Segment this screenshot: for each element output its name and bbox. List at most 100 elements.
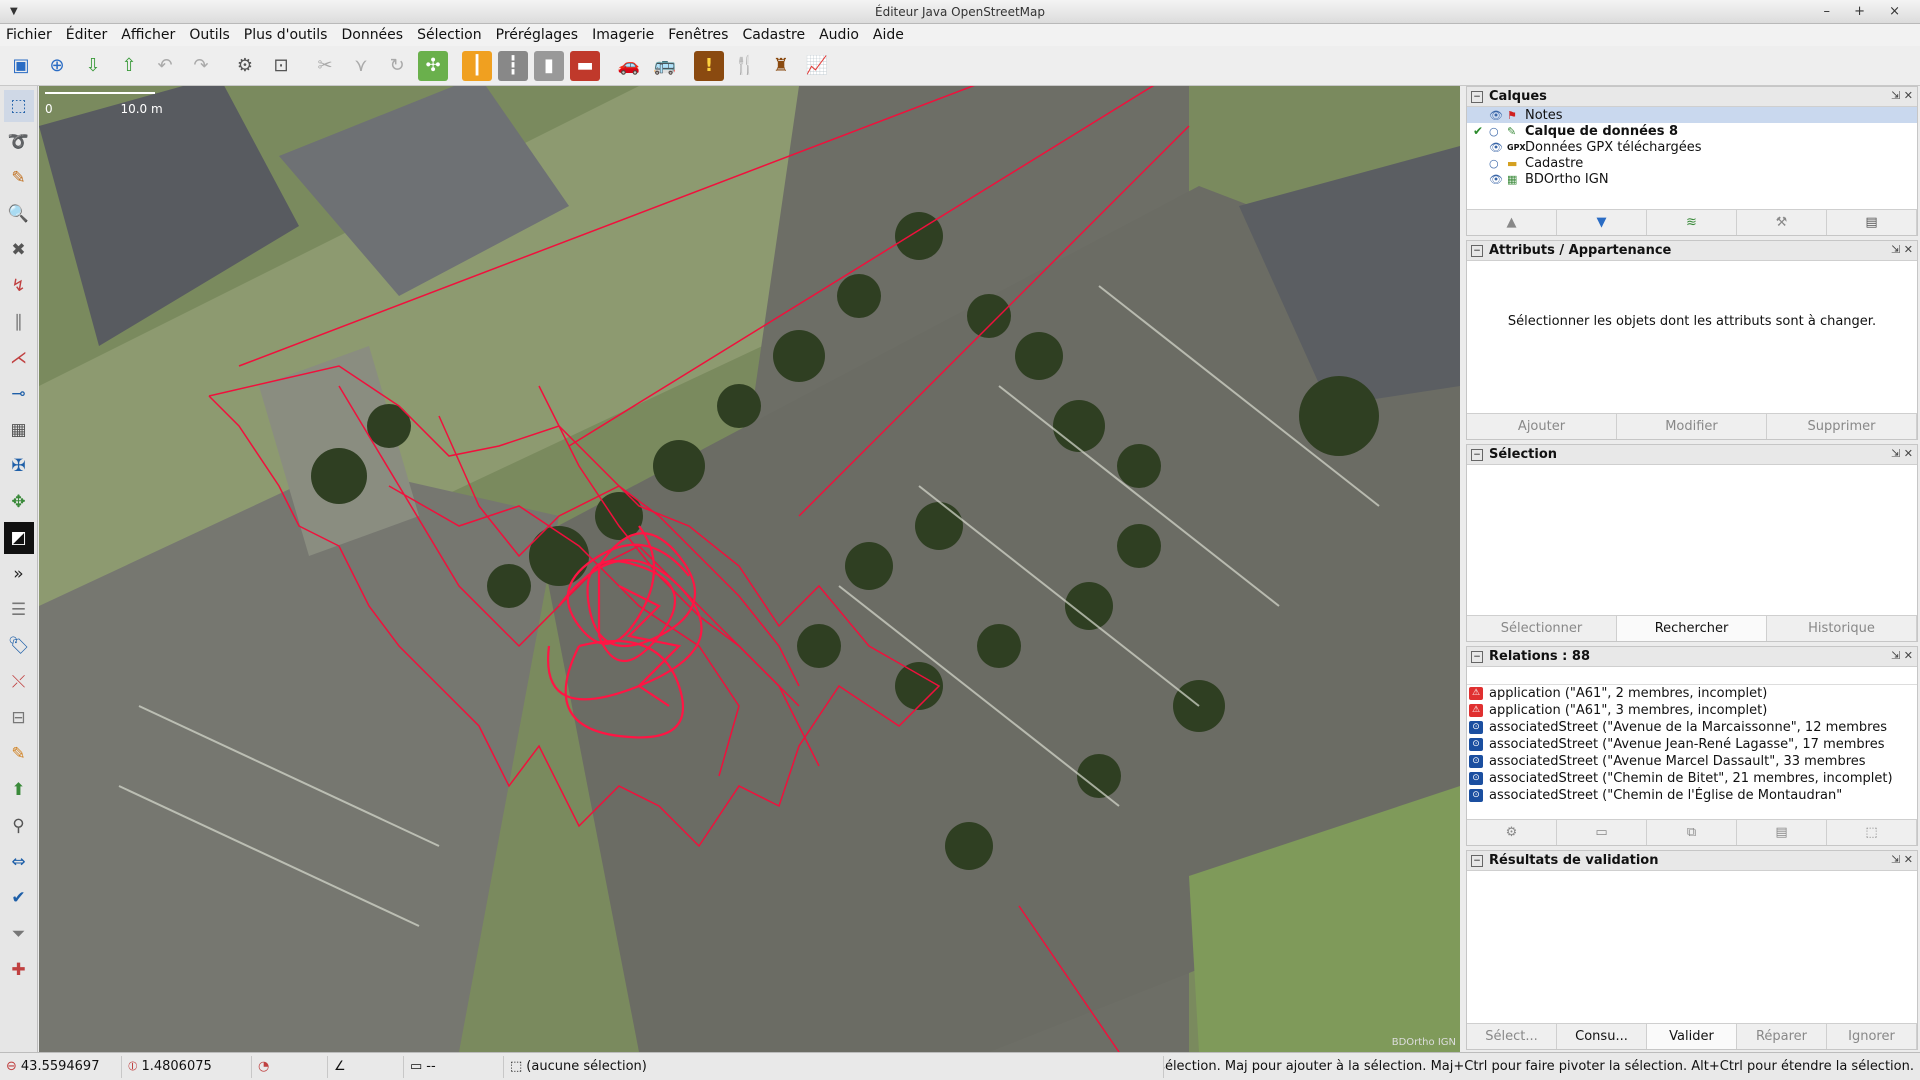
panel-controls-icon[interactable]: ⇲ ✕: [1891, 649, 1913, 662]
redo-icon[interactable]: ↷: [186, 51, 216, 81]
settings-icon[interactable]: ✚: [4, 954, 34, 986]
open-location-icon[interactable]: ⊕: [42, 51, 72, 81]
layer-row-data[interactable]: ✔ ○ ✎ Calque de données 8: [1467, 123, 1917, 139]
list-item[interactable]: ⊙ associatedStreet ("Avenue Marcel Dassau…: [1467, 753, 1917, 770]
upload-icon[interactable]: ⇧: [114, 51, 144, 81]
merge-icon[interactable]: ⋎: [346, 51, 376, 81]
validation-panel-header[interactable]: − Résultats de validation ⇲ ✕: [1467, 851, 1917, 871]
orthogonalize-icon[interactable]: ✣: [418, 50, 448, 81]
castle-preset-icon[interactable]: ♜: [766, 51, 796, 81]
relations-list[interactable]: ⚠ application ("A61", 2 membres, incomple…: [1467, 685, 1917, 811]
list-item[interactable]: ⊙ associatedStreet ("Chemin de l'Église d…: [1467, 787, 1917, 804]
layers-panel-header[interactable]: − Calques ⇲ ✕: [1467, 87, 1917, 107]
modify-tag-button[interactable]: Modifier: [1617, 414, 1767, 439]
note-icon[interactable]: ✎: [4, 738, 34, 770]
menu-imagerie[interactable]: Imagerie: [592, 27, 654, 43]
visibility-icon[interactable]: ○: [1489, 125, 1507, 138]
relation-duplicate-icon[interactable]: ⧉: [1647, 820, 1737, 845]
collapse-icon[interactable]: −: [1471, 90, 1483, 103]
zoom-fit-icon[interactable]: ⊡: [266, 51, 296, 81]
improve-way-icon[interactable]: ↯: [4, 270, 34, 302]
list-item[interactable]: ⊙ associatedStreet ("Chemin de Bitet", 21…: [1467, 770, 1917, 787]
path-preset-icon[interactable]: ┇: [498, 50, 528, 81]
selection-list-icon[interactable]: ⊟: [4, 702, 34, 734]
history-button[interactable]: Historique: [1767, 616, 1917, 641]
parallel-icon[interactable]: ∥: [4, 306, 34, 338]
car-preset-icon[interactable]: 🚗: [614, 51, 644, 81]
search-dropdown-button[interactable]: Rechercher: [1617, 616, 1767, 641]
map-view[interactable]: 0 10.0 m BDOrtho IGN: [39, 86, 1460, 1052]
split-icon[interactable]: ⋌: [4, 342, 34, 374]
delete-tag-button[interactable]: Supprimer: [1767, 414, 1917, 439]
menu-outils[interactable]: Outils: [189, 27, 229, 43]
menu-selection[interactable]: Sélection: [417, 27, 482, 43]
footway-preset-icon[interactable]: ▮: [534, 50, 564, 81]
tags-icon[interactable]: 🏷: [4, 630, 34, 662]
collapse-icon[interactable]: −: [1471, 244, 1483, 257]
building-icon[interactable]: ▦: [4, 414, 34, 446]
select-icon[interactable]: ⬚: [3, 90, 34, 122]
move-up-icon[interactable]: ▲: [1467, 210, 1557, 235]
bus-preset-icon[interactable]: 🚌: [650, 51, 680, 81]
draw-icon[interactable]: ✎: [4, 162, 34, 194]
menu-fichier[interactable]: Fichier: [6, 27, 52, 43]
collapse-icon[interactable]: −: [1471, 448, 1483, 461]
reverse-icon[interactable]: ↻: [382, 51, 412, 81]
panel-controls-icon[interactable]: ⇲ ✕: [1891, 853, 1913, 866]
relation-edit-icon[interactable]: ⚙: [1467, 820, 1557, 845]
validate-button[interactable]: Valider: [1647, 1024, 1737, 1049]
layer-row-gpx[interactable]: 👁 GPX Données GPX téléchargées: [1467, 139, 1917, 155]
add-tag-button[interactable]: Ajouter: [1467, 414, 1617, 439]
menu-donnees[interactable]: Données: [341, 27, 403, 43]
menu-prereglages[interactable]: Préréglages: [496, 27, 578, 43]
move-down-icon[interactable]: ▼: [1557, 210, 1647, 235]
ignore-button[interactable]: Ignorer: [1827, 1024, 1917, 1049]
layer-row-bdortho[interactable]: 👁 ▦ BDOrtho IGN: [1467, 171, 1917, 187]
layer-row-cadastre[interactable]: ○ ▬ Cadastre: [1467, 155, 1917, 171]
zoom-icon[interactable]: 🔍: [4, 198, 34, 230]
collapse-icon[interactable]: −: [1471, 650, 1483, 663]
window-menu-icon[interactable]: ▼: [10, 0, 18, 24]
extrude-icon[interactable]: ⊸: [4, 378, 34, 410]
layer-properties-icon[interactable]: ⚒: [1737, 210, 1827, 235]
map-paint-icon[interactable]: ✔: [4, 882, 34, 914]
align-icon[interactable]: ✠: [4, 450, 34, 482]
split-way-icon[interactable]: ✂: [310, 51, 340, 81]
visibility-icon[interactable]: 👁: [1489, 173, 1507, 186]
delete-layer-icon[interactable]: ▤: [1827, 210, 1917, 235]
changeset-icon[interactable]: ⬆: [4, 774, 34, 806]
attributes-panel-header[interactable]: − Attributs / Appartenance ⇲ ✕: [1467, 241, 1917, 261]
relation-select-icon[interactable]: ⬚: [1827, 820, 1917, 845]
visibility-icon[interactable]: 👁: [1489, 141, 1507, 154]
terracer-icon[interactable]: ✥: [4, 486, 34, 518]
layers-icon[interactable]: ☰: [4, 594, 34, 626]
list-item[interactable]: ⊙ associatedStreet ("Avenue de la Marcais…: [1467, 719, 1917, 736]
menu-cadastre[interactable]: Cadastre: [742, 27, 805, 43]
restaurant-preset-icon[interactable]: 🍴: [730, 51, 760, 81]
menu-fenetres[interactable]: Fenêtres: [668, 27, 728, 43]
menu-afficher[interactable]: Afficher: [121, 27, 175, 43]
building-preset-icon[interactable]: ▬: [570, 50, 600, 81]
menu-aide[interactable]: Aide: [873, 27, 904, 43]
menu-editer[interactable]: Éditer: [66, 27, 107, 43]
validation-consult-button[interactable]: Consu...: [1557, 1024, 1647, 1049]
list-item[interactable]: ⚠ application ("A61", 2 membres, incomple…: [1467, 685, 1917, 702]
relations-filter[interactable]: [1467, 667, 1917, 685]
download-icon[interactable]: ⇩: [78, 51, 108, 81]
merge-layer-icon[interactable]: ≋: [1647, 210, 1737, 235]
chart-preset-icon[interactable]: 📈: [802, 51, 832, 81]
filter-icon[interactable]: ⚲: [4, 810, 34, 842]
list-item[interactable]: ⚠ application ("A61", 3 membres, incomple…: [1467, 702, 1917, 719]
repair-button[interactable]: Réparer: [1737, 1024, 1827, 1049]
list-item[interactable]: ⊙ associatedStreet ("Avenue Jean-René Lag…: [1467, 736, 1917, 753]
undo-icon[interactable]: ↶: [150, 51, 180, 81]
selection-panel-header[interactable]: − Sélection ⇲ ✕: [1467, 445, 1917, 465]
panel-controls-icon[interactable]: ⇲ ✕: [1891, 89, 1913, 102]
panel-controls-icon[interactable]: ⇲ ✕: [1891, 243, 1913, 256]
imagery-icon[interactable]: ◩: [3, 522, 34, 554]
delete-icon[interactable]: ✖: [4, 234, 34, 266]
menu-plus-outils[interactable]: Plus d'outils: [244, 27, 328, 43]
relation-new-icon[interactable]: ▭: [1557, 820, 1647, 845]
visibility-icon[interactable]: 👁: [1489, 109, 1507, 122]
menu-audio[interactable]: Audio: [819, 27, 859, 43]
